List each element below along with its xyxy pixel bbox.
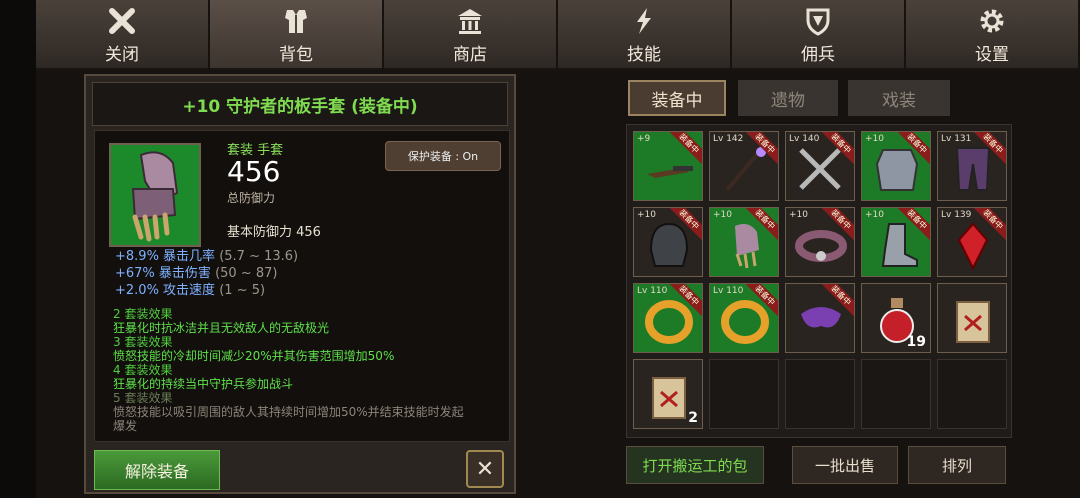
inventory-slot[interactable]: +10 装备中	[861, 207, 931, 277]
inventory-slot[interactable]: 装备中	[785, 283, 855, 353]
item-title-bar: +10 守护者的板手套 (装备中)	[92, 82, 508, 126]
tab-equipped[interactable]: 装备中	[628, 80, 726, 116]
empty-slot[interactable]	[785, 359, 855, 429]
slot-level: Lv 110	[637, 286, 668, 296]
close-icon	[105, 4, 139, 38]
slot-level: Lv 142	[713, 134, 744, 144]
staff-icon	[725, 147, 766, 192]
slot-level: +10	[637, 210, 656, 220]
slot-level: Lv 110	[713, 286, 744, 296]
close-icon: ✕	[475, 456, 495, 482]
swords-icon	[799, 148, 841, 190]
inventory-slot[interactable]: 19	[861, 283, 931, 353]
slot-level: +9	[637, 134, 651, 144]
item-icon	[109, 143, 201, 247]
inventory-slot[interactable]: Lv 131 装备中	[937, 131, 1007, 201]
close-detail-button[interactable]: ✕	[466, 450, 504, 488]
nav-label: 设置	[975, 44, 1009, 65]
nav-label: 佣兵	[801, 44, 835, 65]
base-defense: 基本防御力 456	[227, 225, 321, 240]
slot-level: Lv 140	[789, 134, 820, 144]
glove-icon	[735, 224, 759, 269]
left-edge	[0, 0, 36, 498]
scroll-icon	[956, 301, 990, 343]
chest-icon	[875, 149, 919, 191]
tab-relics[interactable]: 遗物	[738, 80, 838, 116]
set-effect-desc: 愤怒技能以吸引周围的敌人其持续时间增加50%并结束技能时发起	[113, 405, 464, 419]
total-defense-label: 总防御力	[227, 191, 276, 205]
inventory-slot[interactable]	[937, 283, 1007, 353]
bulk-sell-button[interactable]: 一批出售	[792, 446, 898, 484]
nav-bag[interactable]: 背包	[210, 0, 382, 70]
item-detail-panel: +10 守护者的板手套 (装备中) 套装 手套 456 总防御力 基本防御力 4…	[84, 74, 516, 494]
inventory-slot[interactable]: Lv 110 装备中	[633, 283, 703, 353]
ring-icon	[721, 300, 769, 344]
inventory-slot[interactable]: Lv 140 装备中	[785, 131, 855, 201]
empty-slot[interactable]	[937, 359, 1007, 429]
inventory-slot[interactable]: Lv 139 装备中	[937, 207, 1007, 277]
inventory-slot[interactable]: +10 装备中	[709, 207, 779, 277]
nav-settings[interactable]: 设置	[906, 0, 1078, 70]
legs-icon	[955, 147, 991, 191]
defense-value: 456	[227, 155, 281, 188]
slot-level: +10	[789, 210, 808, 220]
ring-icon	[645, 300, 693, 344]
inventory-slot[interactable]: +10 装备中	[633, 207, 703, 277]
item-info[interactable]: 套装 手套 456 总防御力 基本防御力 456 保护装备 : On +8.9%…	[94, 130, 510, 442]
sort-button[interactable]: 排列	[908, 446, 1006, 484]
set-effect-desc-cont: 爆发	[113, 419, 138, 433]
nav-label: 技能	[627, 44, 661, 65]
nav-label: 商店	[453, 44, 487, 65]
slot-level: +10	[865, 210, 884, 220]
mask-icon	[801, 307, 841, 328]
nav-label: 关闭	[105, 44, 139, 65]
belt-icon	[795, 230, 847, 262]
open-porter-bag-button[interactable]: 打开搬运工的包	[626, 446, 764, 484]
shield-icon	[801, 4, 835, 38]
inventory-slot[interactable]: +9 装备中	[633, 131, 703, 201]
stack-count: 2	[688, 410, 698, 426]
nav-mercenary[interactable]: 佣兵	[732, 0, 904, 70]
inventory-grid: +9 装备中 Lv 142 装备中 Lv 140 装备中 +10 装备中 Lv 131 装备中 +1…	[626, 124, 1012, 438]
inventory-slot[interactable]: Lv 142 装备中	[709, 131, 779, 201]
inventory-slot[interactable]: +10 装备中	[785, 207, 855, 277]
slot-level: Lv 131	[941, 134, 972, 144]
tab-costume[interactable]: 戏装	[848, 80, 950, 116]
stat-line: +2.0% 攻击速度 (1 ~ 5)	[115, 283, 266, 298]
top-nav: 关闭 背包 商店 技能 佣兵 设置	[36, 0, 1080, 70]
gun-icon	[647, 166, 693, 178]
stack-count: 19	[906, 334, 926, 350]
empty-slot[interactable]	[709, 359, 779, 429]
slot-level: +10	[713, 210, 732, 220]
empty-slot[interactable]	[861, 359, 931, 429]
nav-label: 背包	[279, 44, 313, 65]
skill-icon	[627, 4, 661, 38]
gauntlet-icon	[131, 151, 179, 242]
unequip-button[interactable]: 解除装备	[94, 450, 220, 490]
slot-level: Lv 139	[941, 210, 972, 220]
gear-icon	[975, 4, 1009, 38]
inventory-slot[interactable]: Lv 110 装备中	[709, 283, 779, 353]
inventory-slot[interactable]: +10 装备中	[861, 131, 931, 201]
protect-equipment-button[interactable]: 保护装备 : On	[385, 141, 501, 171]
shop-icon	[453, 4, 487, 38]
inventory-slot[interactable]: 2	[633, 359, 703, 429]
armor-icon	[279, 4, 313, 38]
helm-icon	[649, 222, 689, 267]
gem-icon	[957, 222, 989, 270]
nav-close[interactable]: 关闭	[36, 0, 208, 70]
nav-shop[interactable]: 商店	[384, 0, 556, 70]
boot-icon	[881, 223, 918, 267]
nav-skill[interactable]: 技能	[558, 0, 730, 70]
item-title: +10 守护者的板手套 (装备中)	[182, 96, 418, 117]
slot-level: +10	[865, 134, 884, 144]
